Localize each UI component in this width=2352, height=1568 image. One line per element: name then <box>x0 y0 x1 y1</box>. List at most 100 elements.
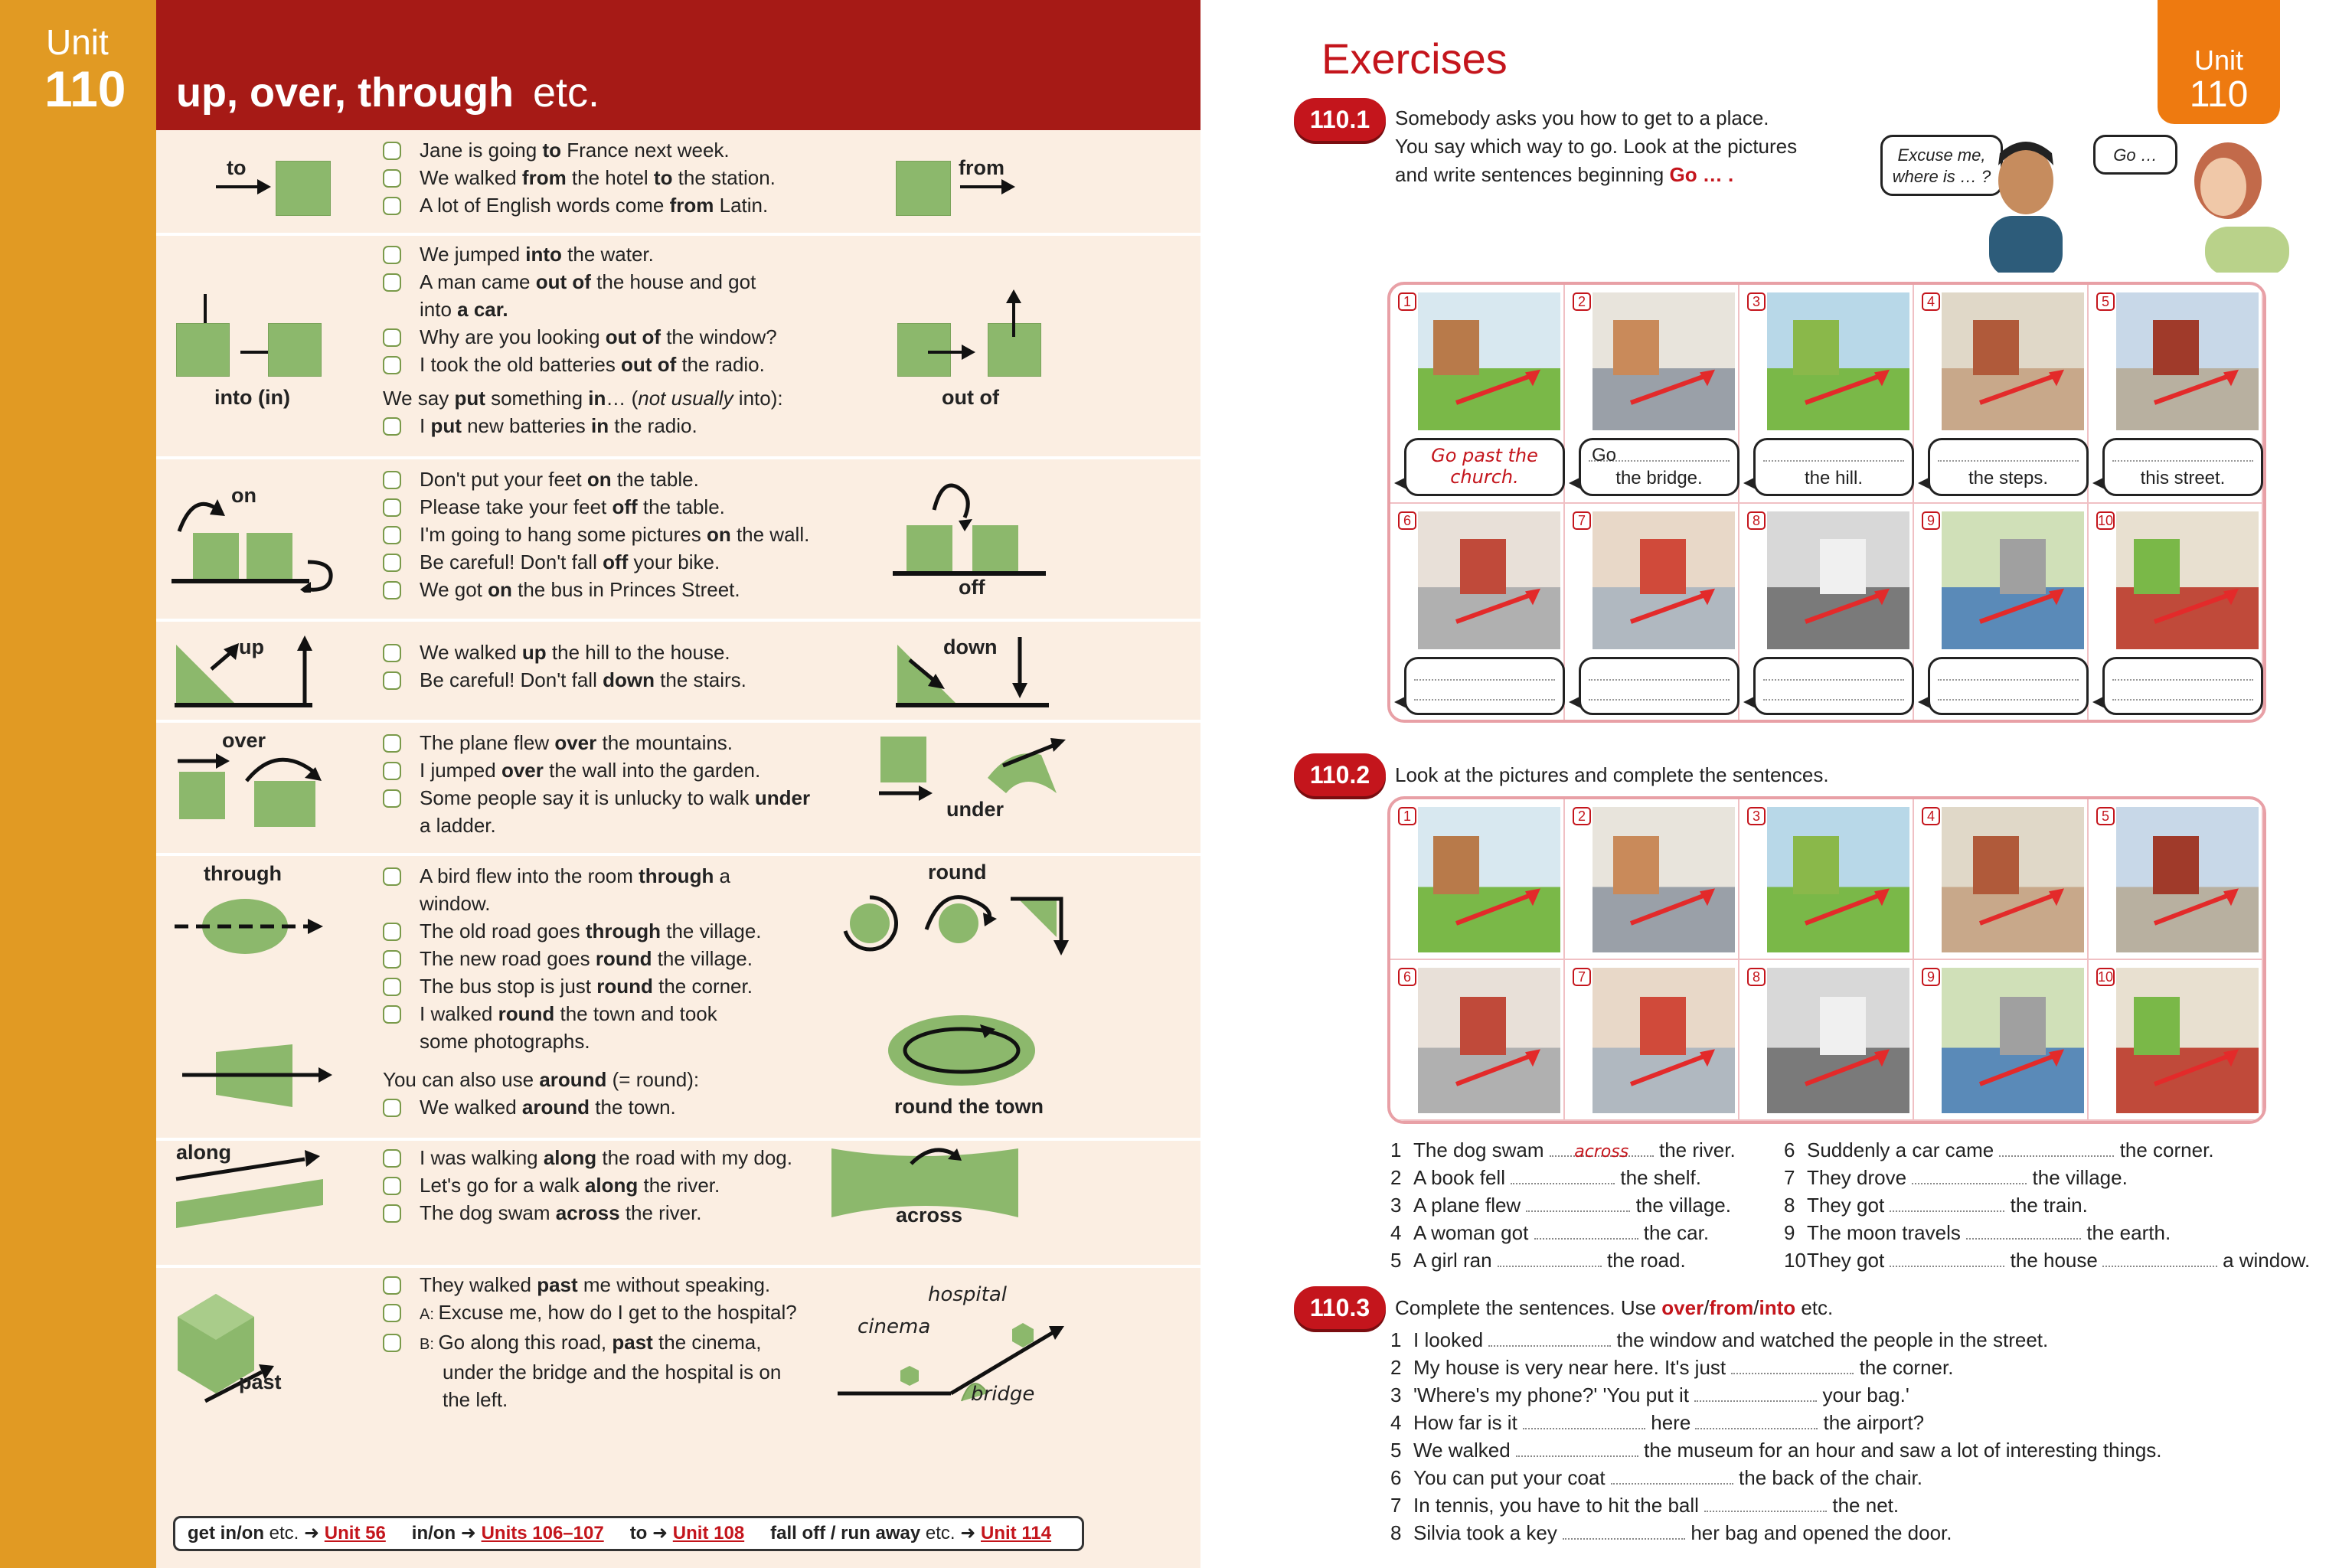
exercise-sentence: 7 They drove the village. <box>1784 1164 2310 1191</box>
exercise-sentence: 10They got the house a window. <box>1784 1246 2310 1274</box>
checkbox[interactable] <box>383 950 401 969</box>
checkbox[interactable] <box>383 471 401 489</box>
answer-blank[interactable] <box>1890 1194 2005 1212</box>
answer-blank[interactable] <box>1563 1521 1686 1540</box>
answer-blank[interactable] <box>1890 1249 2005 1267</box>
checkbox[interactable] <box>383 273 401 292</box>
answer-blank[interactable] <box>1999 1138 2115 1157</box>
text-part: Go along this road, <box>438 1331 612 1354</box>
answer-blank[interactable] <box>1511 1166 1615 1184</box>
footer-link[interactable]: Unit 56 <box>325 1523 386 1544</box>
checkbox[interactable] <box>383 867 401 886</box>
checkbox[interactable] <box>383 526 401 544</box>
text-part: the bus in Princes Street. <box>511 578 740 601</box>
answer-blank[interactable] <box>1731 1356 1854 1374</box>
through-diagram <box>175 899 323 954</box>
sentence-start: The dog swam <box>1413 1138 1550 1161</box>
footer-link[interactable]: Unit 114 <box>981 1523 1051 1544</box>
sentence-number: 3 <box>1390 1194 1402 1217</box>
example-line: I'm going to hang some pictures on the w… <box>383 521 809 548</box>
label-over: over <box>222 729 266 752</box>
answer-blank[interactable] <box>1534 1221 1638 1240</box>
answer-bubble[interactable] <box>1569 657 1740 715</box>
sentence-end: the window and watched the people in the… <box>1611 1328 2049 1351</box>
footer-link[interactable]: Unit 108 <box>673 1523 744 1544</box>
answer-bubble[interactable] <box>2092 657 2263 715</box>
checkbox[interactable] <box>383 1005 401 1024</box>
checkbox[interactable] <box>383 1204 401 1223</box>
exercise-sentence: 6 Suddenly a car came the corner. <box>1784 1136 2310 1164</box>
text-part: past <box>612 1331 653 1354</box>
answer-bubble[interactable]: the hill. <box>1743 438 1914 496</box>
ex2-instructions: Look at the pictures and complete the se… <box>1395 763 1829 786</box>
answer-bubble[interactable]: this street. <box>2092 438 2263 496</box>
checkbox[interactable] <box>383 734 401 753</box>
answer-blank[interactable] <box>1694 1383 1818 1402</box>
answer-blank[interactable]: across <box>1549 1138 1654 1161</box>
footer-link[interactable]: Units 106–107 <box>482 1523 604 1544</box>
label-round-the-town: round the town <box>894 1095 1044 1118</box>
sentence-end: the corner. <box>2114 1138 2214 1161</box>
checkbox[interactable] <box>383 246 401 264</box>
text-part: A bird flew into the room <box>420 864 639 887</box>
text-part: Why are you looking <box>420 325 606 348</box>
text-part: put <box>454 387 485 410</box>
checkbox[interactable] <box>383 554 401 572</box>
checkbox[interactable] <box>383 1276 401 1295</box>
checkbox[interactable] <box>383 978 401 996</box>
answer-bubble[interactable]: the steps. <box>1918 438 2089 496</box>
answer-bubble[interactable] <box>1394 657 1565 715</box>
scene-illustration <box>1418 511 1560 649</box>
picture-cell: 8 <box>1740 504 1914 720</box>
checkbox[interactable] <box>383 142 401 160</box>
checkbox[interactable] <box>383 1304 401 1322</box>
checkbox[interactable] <box>383 197 401 215</box>
checkbox[interactable] <box>383 1177 401 1195</box>
answer-blank[interactable] <box>1523 1411 1646 1429</box>
text-part: the radio. <box>609 414 697 437</box>
checkbox[interactable] <box>383 644 401 662</box>
answer-blank[interactable] <box>2102 1249 2217 1267</box>
text-part: from <box>669 194 714 217</box>
answer-blank[interactable] <box>1497 1249 1602 1267</box>
checkbox[interactable] <box>383 671 401 690</box>
checkbox[interactable] <box>383 1099 401 1117</box>
text-part: put <box>430 414 462 437</box>
checkbox[interactable] <box>383 498 401 517</box>
checkbox[interactable] <box>383 328 401 347</box>
answer-line <box>1938 449 2079 462</box>
checkbox[interactable] <box>383 1334 401 1352</box>
checkbox[interactable] <box>383 923 401 941</box>
answer-blank[interactable] <box>1912 1166 2027 1184</box>
lines-to-from: Jane is going to France next week. We wal… <box>383 136 776 219</box>
exercise-sentence: 1 I looked the window and watched the peo… <box>1390 1326 2162 1354</box>
answer-blank[interactable] <box>1515 1439 1638 1457</box>
sentence-end: the village. <box>2027 1166 2128 1189</box>
ex2-picture-grid: 1 2 3 4 5 6 7 8 9 10 <box>1387 796 2266 1124</box>
checkbox[interactable] <box>383 581 401 599</box>
answer-blank[interactable] <box>1488 1328 1612 1347</box>
answer-blank[interactable] <box>1966 1221 2082 1240</box>
text-part: A lot of English words come <box>420 194 670 217</box>
text-part: out of <box>535 270 591 293</box>
footer-ref: to ➜ Unit 108 <box>629 1523 745 1544</box>
answer-bubble[interactable] <box>1918 657 2089 715</box>
scene-illustration <box>1418 807 1560 952</box>
checkbox[interactable] <box>383 762 401 780</box>
answer-blank[interactable] <box>1526 1194 1631 1212</box>
answer-bubble[interactable] <box>1743 657 1914 715</box>
answer-line <box>1938 668 2079 681</box>
answer-blank[interactable] <box>1704 1494 1828 1512</box>
checkbox[interactable] <box>383 789 401 808</box>
answer-bubble[interactable]: Go past the church. <box>1394 438 1565 496</box>
text-part: the water. <box>561 243 654 266</box>
checkbox[interactable] <box>383 417 401 436</box>
checkbox[interactable] <box>383 169 401 188</box>
answer-blank[interactable] <box>1695 1411 1818 1429</box>
answer-bubble[interactable]: Go the bridge. <box>1569 438 1740 496</box>
checkbox[interactable] <box>383 356 401 374</box>
cross-reference-footer: get in/on etc. ➜ Unit 56 in/on ➜ Units 10… <box>173 1516 1084 1551</box>
label-under: under <box>946 798 1004 821</box>
checkbox[interactable] <box>383 1149 401 1168</box>
answer-blank[interactable] <box>1610 1466 1733 1485</box>
